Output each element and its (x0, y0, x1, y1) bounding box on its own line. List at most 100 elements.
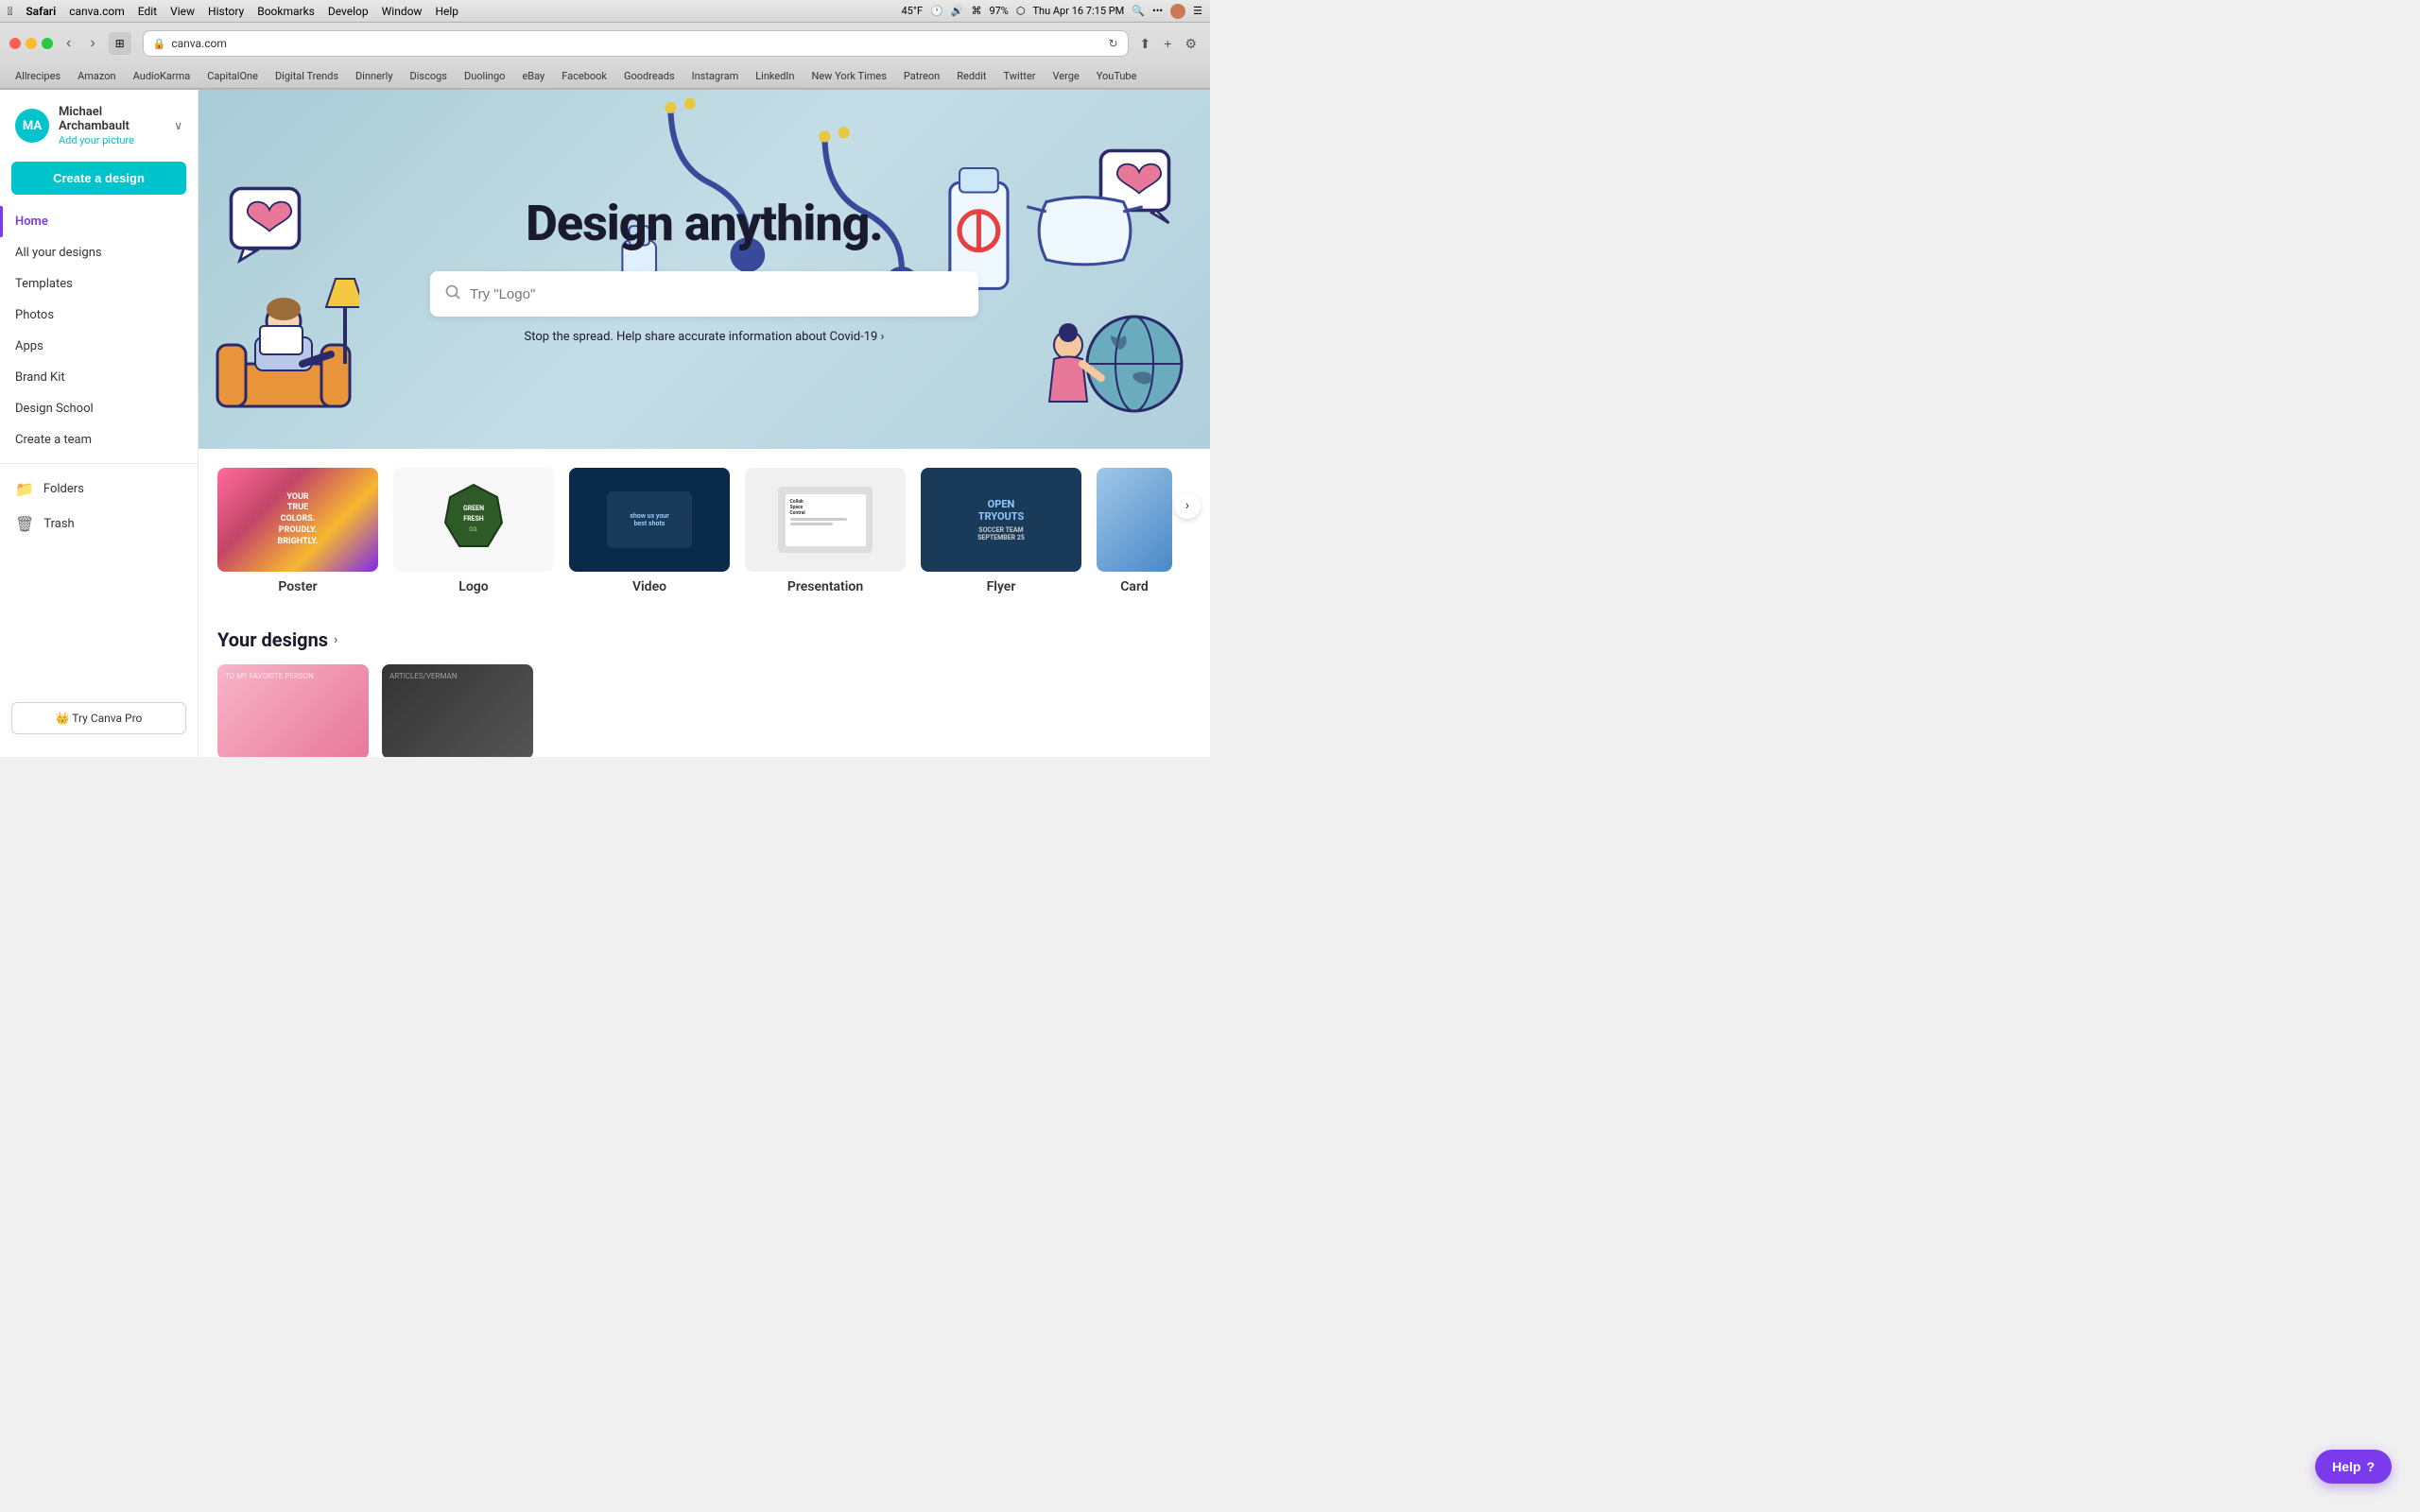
back-button[interactable]: ‹ (60, 31, 77, 56)
menu-view[interactable]: View (170, 5, 195, 18)
profile-info: Michael Archambault Add your picture (59, 105, 164, 146)
flyer-thumbnail: OPENTRYOUTS SOCCER TEAMSEPTEMBER 25 (921, 468, 1081, 572)
battery-status: 97% (989, 5, 1008, 17)
design-thumb-2[interactable]: ARTICLES/VERMAN (382, 664, 533, 757)
video-thumb-bg: show us yourbest shots (569, 468, 730, 572)
tab-grid-button[interactable]: ⊞ (109, 32, 131, 55)
template-card-poster[interactable]: YOURTRUECOLORS.PROUDLY.BRIGHTLY. Poster (217, 468, 378, 594)
your-designs-arrow[interactable]: › (334, 632, 337, 647)
bookmark-instagram[interactable]: Instagram (684, 68, 747, 84)
volume-icon: 🔊 (951, 5, 964, 17)
user-avatar-menu[interactable] (1170, 4, 1185, 19)
try-canva-pro-button[interactable]: 👑 Try Canva Pro (11, 702, 186, 734)
add-bookmark-button[interactable]: + (1160, 32, 1175, 55)
bookmark-discogs[interactable]: Discogs (403, 68, 455, 84)
bookmark-audiokarma[interactable]: AudioKarma (126, 68, 199, 84)
sidebar-item-brand-kit[interactable]: Brand Kit (0, 362, 198, 393)
template-card-presentation[interactable]: CollabSpaceCentral Presentation (745, 468, 906, 594)
templates-next-arrow[interactable]: › (1174, 492, 1201, 519)
more-menu-icon[interactable]: ••• (1152, 5, 1163, 17)
forward-button[interactable]: › (84, 31, 100, 56)
svg-text:GREEN: GREEN (463, 505, 484, 512)
bookmark-allrecipes[interactable]: Allrecipes (8, 68, 68, 84)
menu-help[interactable]: Help (435, 5, 458, 18)
maximize-window-button[interactable] (42, 38, 53, 49)
bookmark-duolingo[interactable]: Duolingo (457, 68, 512, 84)
address-bar[interactable]: 🔒 canva.com ↻ (143, 30, 1129, 57)
bookmark-goodreads[interactable]: Goodreads (616, 68, 683, 84)
menu-window[interactable]: Window (382, 5, 423, 18)
share-button[interactable]: ⬆ (1136, 32, 1155, 56)
menu-edit[interactable]: Edit (138, 5, 157, 18)
control-icon[interactable]: ☰ (1193, 5, 1202, 17)
create-team-label: Create a team (15, 433, 92, 447)
add-picture-link[interactable]: Add your picture (59, 134, 164, 146)
svg-text:FRESH: FRESH (463, 515, 484, 523)
sidebar-profile[interactable]: MA Michael Archambault Add your picture … (0, 90, 198, 158)
extensions-button[interactable]: ⚙ (1181, 32, 1201, 56)
ssl-lock-icon: 🔒 (153, 38, 166, 50)
hero-content: Design anything. Stop the spread. Help s… (199, 195, 1210, 344)
bookmark-nyt[interactable]: New York Times (804, 68, 894, 84)
covid-link[interactable]: Stop the spread. Help share accurate inf… (199, 330, 1210, 344)
profile-chevron-icon: ∨ (174, 119, 182, 132)
bookmark-digitaltrends[interactable]: Digital Trends (268, 68, 346, 84)
menubar-right: 45°F 🕐 🔊 ⌘ 97% ⬡ Thu Apr 16 7:15 PM 🔍 ••… (901, 4, 1202, 19)
menu-develop[interactable]: Develop (328, 5, 369, 18)
app-name[interactable]: Safari (26, 5, 56, 18)
bookmark-youtube[interactable]: YouTube (1089, 68, 1145, 84)
reload-button[interactable]: ↻ (1108, 37, 1117, 50)
video-label: Video (569, 579, 730, 594)
sidebar-item-create-team[interactable]: Create a team (0, 424, 198, 455)
create-design-button[interactable]: Create a design (11, 162, 186, 195)
bookmark-facebook[interactable]: Facebook (554, 68, 614, 84)
menu-history[interactable]: History (208, 5, 244, 18)
design-thumb-pink-bg: TO MY FAVORITE PERSON (217, 664, 369, 757)
bookmark-verge[interactable]: Verge (1045, 68, 1086, 84)
bookmark-ebay[interactable]: eBay (514, 68, 552, 84)
template-card-card[interactable]: Card (1097, 468, 1172, 594)
bookmark-dinnerly[interactable]: Dinnerly (348, 68, 400, 84)
close-window-button[interactable] (9, 38, 21, 49)
menu-bookmarks[interactable]: Bookmarks (257, 5, 315, 18)
template-card-flyer[interactable]: OPENTRYOUTS SOCCER TEAMSEPTEMBER 25 Flye… (921, 468, 1081, 594)
folders-label: Folders (43, 482, 84, 496)
sidebar-item-apps[interactable]: Apps (0, 331, 198, 362)
sidebar-item-trash[interactable]: 🗑 Trash (0, 507, 198, 541)
bookmark-amazon[interactable]: Amazon (70, 68, 124, 84)
minimize-window-button[interactable] (26, 38, 37, 49)
url-text[interactable]: canva.com (171, 37, 1102, 50)
bookmark-capitalone[interactable]: CapitalOne (199, 68, 266, 84)
search-menu-icon[interactable]: 🔍 (1132, 5, 1145, 17)
sidebar-item-design-school[interactable]: Design School (0, 393, 198, 424)
templates-section: YOURTRUECOLORS.PROUDLY.BRIGHTLY. Poster (199, 449, 1210, 613)
avatar: MA (15, 109, 49, 143)
bookmarks-bar: Allrecipes Amazon AudioKarma CapitalOne … (0, 64, 1210, 89)
sidebar-item-home[interactable]: Home (0, 206, 198, 237)
sidebar-item-templates[interactable]: Templates (0, 268, 198, 300)
flyer-label: Flyer (921, 579, 1081, 594)
sidebar-item-folders[interactable]: 📁 Folders (0, 472, 198, 507)
app-layout: MA Michael Archambault Add your picture … (0, 90, 1210, 757)
trash-label: Trash (43, 517, 74, 531)
help-button[interactable]: Help ? (2315, 1450, 2392, 1484)
menu-file[interactable]: canva.com (69, 5, 125, 18)
bookmark-patreon[interactable]: Patreon (896, 68, 947, 84)
bookmark-reddit[interactable]: Reddit (949, 68, 994, 84)
home-label: Home (15, 215, 48, 229)
poster-thumb-text: YOURTRUECOLORS.PROUDLY.BRIGHTLY. (278, 492, 319, 547)
bookmark-twitter[interactable]: Twitter (996, 68, 1044, 84)
logo-thumbnail: GREEN FRESH CO. (393, 468, 554, 572)
search-input[interactable] (470, 286, 963, 302)
sidebar-item-all-designs[interactable]: All your designs (0, 237, 198, 268)
traffic-lights (9, 38, 53, 49)
hero-search-container[interactable] (430, 271, 978, 317)
design-thumb-1[interactable]: TO MY FAVORITE PERSON (217, 664, 369, 757)
bookmark-linkedin[interactable]: LinkedIn (748, 68, 802, 84)
sidebar-item-photos[interactable]: Photos (0, 300, 198, 331)
flyer-thumb-sub: SOCCER TEAMSEPTEMBER 25 (977, 526, 1025, 541)
apple-menu[interactable]:  (8, 5, 12, 18)
template-card-logo[interactable]: GREEN FRESH CO. Logo (393, 468, 554, 594)
template-card-video[interactable]: show us yourbest shots Video (569, 468, 730, 594)
card-thumb-bg (1097, 468, 1172, 572)
